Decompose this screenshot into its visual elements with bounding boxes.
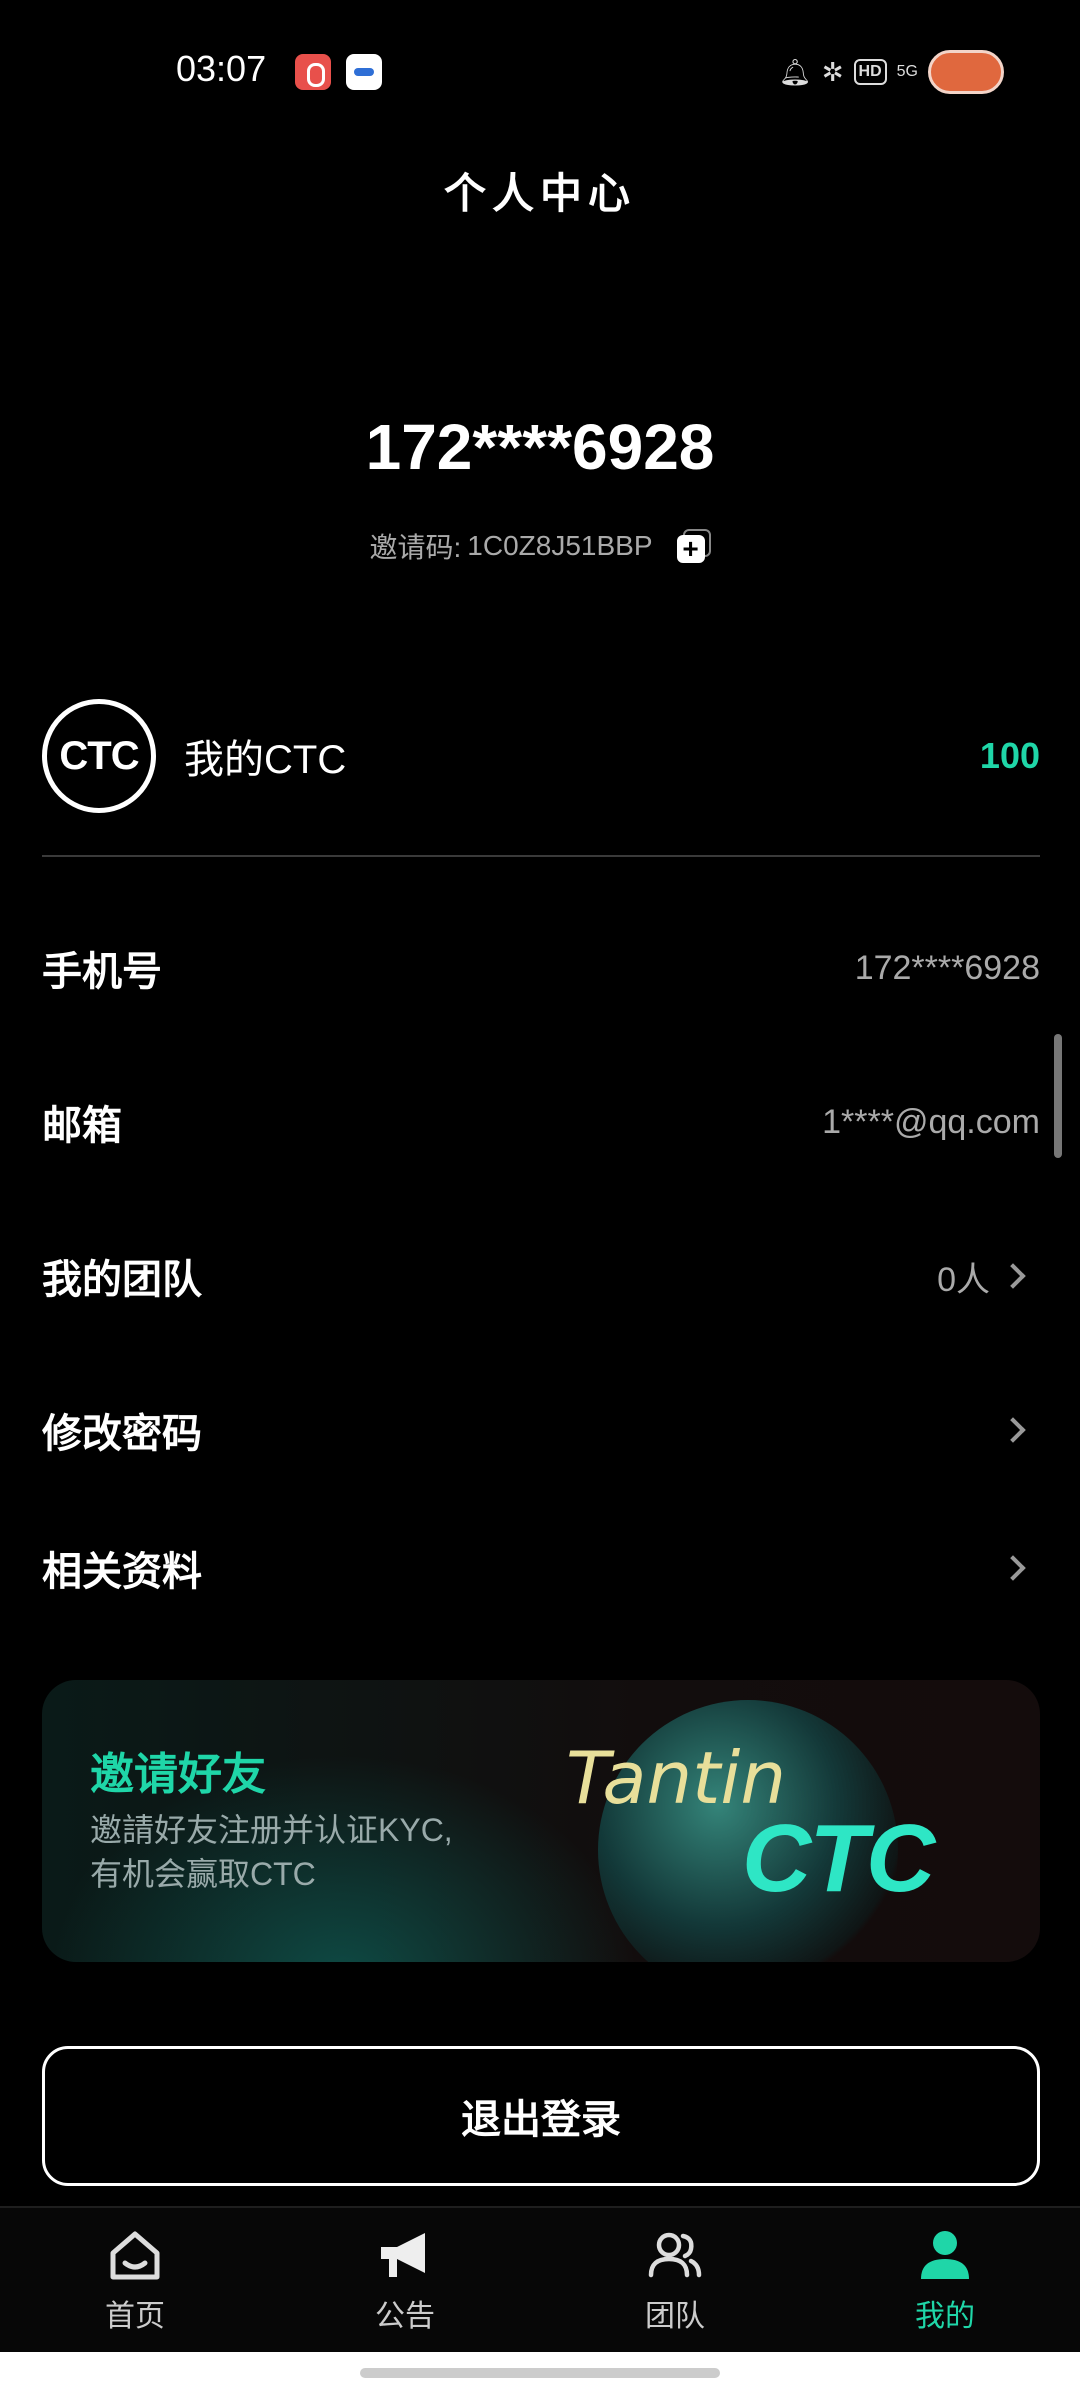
- status-bar: 03:07 🔔︎ ✲ HD 5G: [0, 0, 1080, 150]
- copy-icon[interactable]: +: [676, 529, 711, 563]
- my-ctc-value: 100: [979, 735, 1040, 776]
- nav-announcements-label: 公告: [375, 2300, 435, 2333]
- phone-row: 手机号 172****6928: [42, 918, 1040, 1018]
- bluetooth-icon: ✲: [821, 56, 844, 87]
- change-password-row[interactable]: 修改密码: [42, 1380, 1040, 1480]
- user-icon: [921, 2231, 969, 2279]
- chevron-right-icon: [990, 1543, 1040, 1593]
- scrollbar[interactable]: [1054, 1034, 1062, 1158]
- home-indicator[interactable]: [360, 2368, 720, 2378]
- email-row: 邮箱 1****@qq.com: [42, 1072, 1040, 1172]
- bottom-nav: 首页 公告 团队 我的: [0, 2206, 1080, 2352]
- phone-value: 172****6928: [854, 948, 1040, 987]
- status-icons: 🔔︎ ✲ HD 5G: [779, 50, 1004, 94]
- email-value: 1****@qq.com: [822, 1102, 1040, 1141]
- chevron-right-icon: [990, 1405, 1040, 1455]
- related-info-label: 相关资料: [42, 1550, 202, 1594]
- home-icon: [110, 2231, 160, 2280]
- nav-mine-label: 我的: [915, 2300, 975, 2333]
- team-icon: [648, 2232, 702, 2278]
- ctc-logo-icon: CTC: [42, 699, 156, 813]
- hd-voice-icon: HD: [853, 59, 887, 85]
- email-label: 邮箱: [42, 1104, 122, 1148]
- banner-desc-line2: 有机会赢取CTC: [90, 1856, 316, 1892]
- banner-description: 邀請好友注册并认证KYC, 有机会赢取CTC: [90, 1808, 510, 1896]
- megaphone-icon: [381, 2233, 425, 2277]
- status-time: 03:07: [176, 48, 267, 89]
- bell-icon: 🔔︎: [778, 56, 812, 87]
- banner-desc-line1: 邀請好友注册并认证KYC,: [90, 1812, 453, 1848]
- change-password-label: 修改密码: [42, 1412, 202, 1456]
- 5g-signal-icon: 5G: [897, 52, 918, 92]
- chevron-right-icon: [990, 1251, 1040, 1301]
- logout-button[interactable]: 退出登录: [42, 2046, 1040, 2186]
- divider: [42, 855, 1040, 857]
- nav-team-label: 团队: [645, 2300, 705, 2333]
- invite-code-label: 邀请码:: [369, 532, 462, 563]
- banner-brand-ctc: CTC: [742, 1805, 935, 1912]
- nav-home-label: 首页: [105, 2300, 165, 2333]
- my-ctc-label: 我的CTC: [184, 738, 347, 782]
- battery-icon: [928, 50, 1004, 94]
- network-label: 5G: [896, 63, 918, 80]
- related-info-row[interactable]: 相关资料: [42, 1518, 1040, 1618]
- invite-code-row: 邀请码: 1C0Z8J51BBP +: [0, 526, 1080, 566]
- my-team-label: 我的团队: [42, 1258, 202, 1302]
- nav-team[interactable]: 团队: [540, 2208, 810, 2352]
- my-team-value: 0人: [937, 1260, 990, 1299]
- my-team-row[interactable]: 我的团队 0人: [42, 1226, 1040, 1326]
- notification-app-icon: [295, 54, 331, 90]
- nav-home[interactable]: 首页: [0, 2208, 270, 2352]
- notification-app-icon: [346, 54, 382, 90]
- profile-phone: 172****6928: [365, 411, 715, 483]
- nav-mine[interactable]: 我的: [810, 2208, 1080, 2352]
- invite-code-value: 1C0Z8J51BBP: [467, 530, 653, 561]
- phone-label: 手机号: [42, 950, 162, 994]
- my-ctc-row[interactable]: CTC 我的CTC 100: [42, 696, 1040, 816]
- banner-title: 邀请好友: [90, 1750, 266, 1799]
- nav-announcements[interactable]: 公告: [270, 2208, 540, 2352]
- page-title: 个人中心: [443, 170, 636, 217]
- invite-friends-banner[interactable]: Tantin CTC 邀请好友 邀請好友注册并认证KYC, 有机会赢取CTC: [42, 1680, 1040, 1962]
